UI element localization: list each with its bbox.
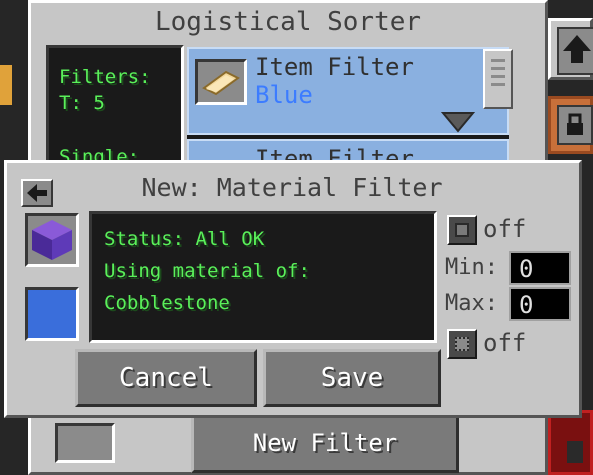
upload-icon xyxy=(563,35,591,63)
material-slot[interactable] xyxy=(25,213,79,267)
toggle-2-button[interactable] xyxy=(447,329,477,359)
lock-button[interactable] xyxy=(557,105,593,145)
filters-count: T: 5 xyxy=(59,92,105,114)
max-field[interactable]: 0 xyxy=(509,287,571,321)
min-value: 0 xyxy=(519,255,534,283)
bottom-slot xyxy=(55,423,115,463)
filter-item-1[interactable]: Item Filter Blue xyxy=(187,47,509,135)
dialog-title: New: Material Filter xyxy=(141,173,443,202)
back-arrow-icon xyxy=(27,184,47,202)
min-field[interactable]: 0 xyxy=(509,251,571,285)
new-filter-button[interactable]: New Filter xyxy=(191,413,459,473)
filter-list: Item Filter Blue Item Filter xyxy=(187,47,509,179)
toggle-1-label: off xyxy=(483,215,527,243)
new-filter-label: New Filter xyxy=(252,429,398,457)
material-filter-dialog: New: Material Filter Status: All OK Usin… xyxy=(4,160,582,418)
paper-icon-slot xyxy=(195,59,247,105)
purple-block-icon xyxy=(32,220,72,260)
side-panel-upload xyxy=(548,18,593,80)
max-value: 0 xyxy=(519,291,534,319)
filter-list-scrollbar[interactable] xyxy=(483,49,513,109)
max-label: Max: xyxy=(445,291,498,316)
color-swatch[interactable] xyxy=(25,287,79,341)
save-label: Save xyxy=(320,363,384,393)
scroll-down-icon[interactable] xyxy=(441,111,475,133)
upload-button[interactable] xyxy=(557,27,593,75)
toggle-1-button[interactable] xyxy=(447,215,477,245)
side-panel-lock xyxy=(548,96,593,154)
status-box: Status: All OK Using material of: Cobble… xyxy=(89,211,437,343)
sorter-info-box: Filters: T: 5 Single: xyxy=(46,45,184,168)
paper-icon xyxy=(202,70,240,96)
cancel-label: Cancel xyxy=(119,363,213,393)
min-label: Min: xyxy=(445,255,498,280)
lock-icon xyxy=(567,113,583,135)
status-line: Status: All OK xyxy=(104,228,265,250)
save-button[interactable]: Save xyxy=(263,349,441,407)
cancel-button[interactable]: Cancel xyxy=(75,349,257,407)
toggle-2-label: off xyxy=(483,329,527,357)
filter-item-1-type: Item Filter xyxy=(255,53,414,81)
filter-item-1-color: Blue xyxy=(255,81,313,109)
back-button[interactable] xyxy=(21,179,53,207)
side-panel-red xyxy=(548,410,593,475)
filters-label: Filters: xyxy=(59,66,151,88)
sorter-title: Logistical Sorter xyxy=(154,7,422,37)
material-name: Cobblestone xyxy=(104,292,230,314)
material-label: Using material of: xyxy=(104,260,310,282)
left-edge-item xyxy=(0,65,12,105)
